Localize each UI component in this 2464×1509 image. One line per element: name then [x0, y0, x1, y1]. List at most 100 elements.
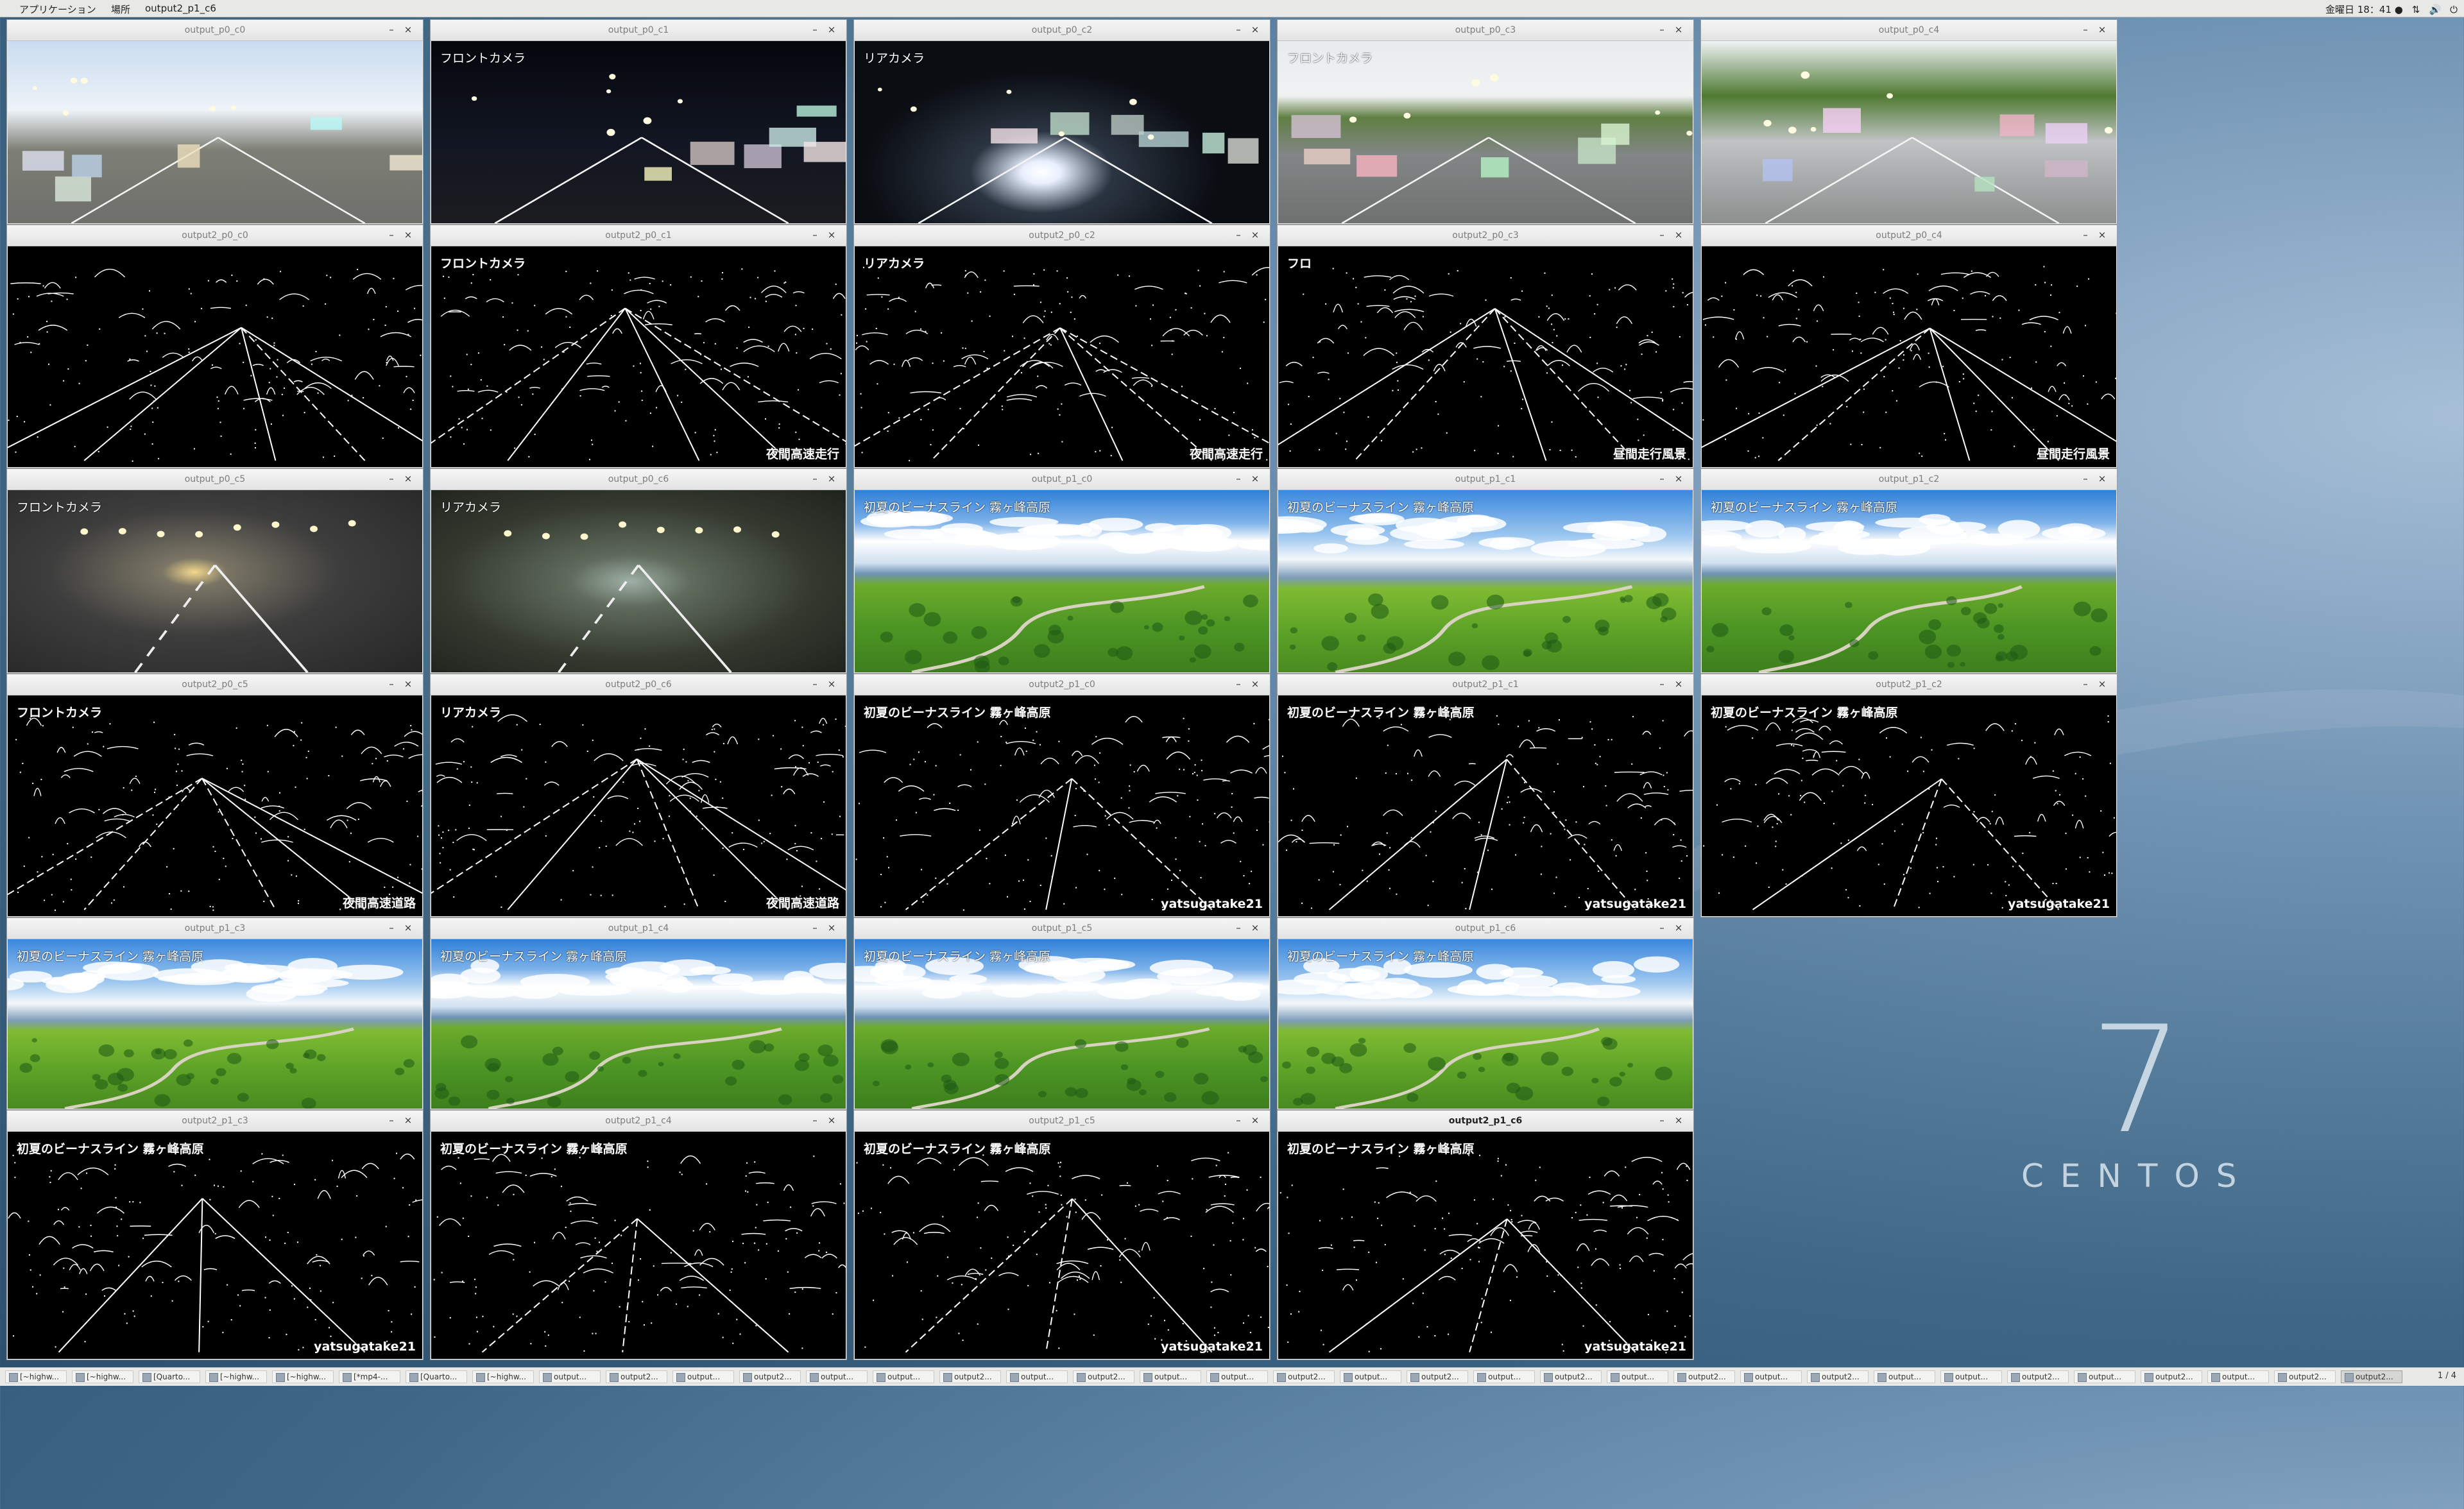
image-window[interactable]: output_p0_c6 – × リアカメラ [430, 468, 847, 674]
close-icon[interactable]: × [1249, 24, 1261, 35]
close-icon[interactable]: × [1673, 922, 1684, 934]
taskbar-item[interactable]: output2... [939, 1370, 1001, 1383]
window-titlebar[interactable]: output2_p1_c1 – × [1278, 674, 1693, 695]
minimize-icon[interactable]: – [386, 922, 397, 934]
taskbar-item[interactable]: [~highw... [5, 1370, 67, 1383]
image-window[interactable]: output2_p0_c4 – × 昼間走行風景 [1700, 225, 2118, 468]
minimize-icon[interactable]: – [1656, 24, 1668, 35]
image-window[interactable]: output2_p1_c4 – × 初夏のビーナスライン 霧ヶ峰高原 [430, 1110, 847, 1360]
taskbar-item[interactable]: output... [1740, 1370, 1802, 1383]
close-icon[interactable]: × [1673, 229, 1684, 241]
taskbar-item[interactable]: output... [1206, 1370, 1268, 1383]
window-titlebar[interactable]: output2_p1_c4 – × [431, 1111, 846, 1132]
window-titlebar[interactable]: output_p0_c4 – × [1701, 20, 2117, 41]
image-window[interactable]: output_p1_c4 – × 初夏のビーナスライン 霧ヶ峰高原 [430, 917, 847, 1110]
window-titlebar[interactable]: output2_p0_c0 – × [7, 225, 423, 246]
taskbar-item[interactable]: output2... [1073, 1370, 1134, 1383]
image-window[interactable]: output_p0_c0 – × [6, 19, 424, 225]
window-titlebar[interactable]: output2_p0_c3 – × [1278, 225, 1693, 246]
power-icon[interactable]: ⏻ [2450, 4, 2458, 15]
taskbar-item[interactable]: output2... [2274, 1370, 2336, 1383]
window-titlebar[interactable]: output2_p1_c0 – × [854, 674, 1270, 695]
image-window[interactable]: output2_p1_c2 – × 初夏のビーナスライン 霧ヶ峰高原 yatsu… [1700, 674, 2118, 917]
close-icon[interactable]: × [2096, 678, 2108, 690]
taskbar-item[interactable]: output... [1006, 1370, 1068, 1383]
minimize-icon[interactable]: – [1233, 24, 1244, 35]
taskbar-item[interactable]: output2... [1407, 1370, 1468, 1383]
minimize-icon[interactable]: – [386, 1114, 397, 1126]
taskbar-item[interactable]: output2... [739, 1370, 801, 1383]
taskbar-item[interactable]: output... [2074, 1370, 2135, 1383]
taskbar-item[interactable]: [Quarto... [406, 1370, 467, 1383]
close-icon[interactable]: × [1249, 229, 1261, 241]
close-icon[interactable]: × [826, 1114, 837, 1126]
minimize-icon[interactable]: – [1656, 678, 1668, 690]
close-icon[interactable]: × [1673, 24, 1684, 35]
close-icon[interactable]: × [402, 24, 414, 35]
taskbar-item[interactable]: output2... [2141, 1370, 2202, 1383]
window-titlebar[interactable]: output_p1_c3 – × [7, 918, 423, 939]
minimize-icon[interactable]: – [809, 24, 821, 35]
image-window[interactable]: output_p0_c2 – × リアカメラ [853, 19, 1270, 225]
minimize-icon[interactable]: – [809, 229, 821, 241]
image-window[interactable]: output2_p1_c0 – × 初夏のビーナスライン 霧ヶ峰高原 yatsu… [853, 674, 1270, 917]
image-window[interactable]: output2_p0_c2 – × リアカメラ 夜間高速走行 [853, 225, 1270, 468]
minimize-icon[interactable]: – [386, 678, 397, 690]
window-titlebar[interactable]: output_p0_c0 – × [7, 20, 423, 41]
image-window[interactable]: output_p1_c5 – × 初夏のビーナスライン 霧ヶ峰高原 [853, 917, 1270, 1110]
window-titlebar[interactable]: output2_p1_c3 – × [7, 1111, 423, 1132]
active-window-menu[interactable]: output2_p1_c6 [145, 3, 216, 14]
close-icon[interactable]: × [1249, 1114, 1261, 1126]
window-titlebar[interactable]: output2_p1_c6 – × [1278, 1111, 1693, 1132]
taskbar-item[interactable]: output... [672, 1370, 734, 1383]
close-icon[interactable]: × [826, 473, 837, 484]
image-window[interactable]: output2_p1_c3 – × 初夏のビーナスライン 霧ヶ峰高原 yatsu… [6, 1110, 424, 1360]
minimize-icon[interactable]: – [2080, 473, 2091, 484]
volume-icon[interactable]: 🔊 [2429, 4, 2441, 15]
taskbar-item[interactable]: output2... [606, 1370, 667, 1383]
taskbar-item[interactable]: output2... [1540, 1370, 1602, 1383]
image-window[interactable]: output_p1_c3 – × 初夏のビーナスライン 霧ヶ峰高原 [6, 917, 424, 1110]
taskbar-item[interactable]: output... [1607, 1370, 1668, 1383]
taskbar-item[interactable]: output... [873, 1370, 934, 1383]
taskbar-item[interactable]: [Quarto... [139, 1370, 200, 1383]
image-window[interactable]: output_p0_c1 – × フロントカメラ [430, 19, 847, 225]
image-window[interactable]: output2_p0_c3 – × フロ 昼間走行風景 [1277, 225, 1694, 468]
image-window[interactable]: output_p0_c3 – × フロントカメラ [1277, 19, 1694, 225]
window-titlebar[interactable]: output_p1_c4 – × [431, 918, 846, 939]
window-titlebar[interactable]: output2_p0_c1 – × [431, 225, 846, 246]
close-icon[interactable]: × [1673, 678, 1684, 690]
minimize-icon[interactable]: – [1233, 473, 1244, 484]
close-icon[interactable]: × [402, 678, 414, 690]
taskbar-item[interactable]: [~highw... [472, 1370, 534, 1383]
close-icon[interactable]: × [1249, 922, 1261, 934]
minimize-icon[interactable]: – [1233, 678, 1244, 690]
taskbar-item[interactable]: output... [1140, 1370, 1201, 1383]
window-titlebar[interactable]: output_p1_c5 – × [854, 918, 1270, 939]
close-icon[interactable]: × [1673, 473, 1684, 484]
minimize-icon[interactable]: – [1656, 229, 1668, 241]
close-icon[interactable]: × [826, 24, 837, 35]
minimize-icon[interactable]: – [1656, 1114, 1668, 1126]
taskbar-item[interactable]: output... [1473, 1370, 1535, 1383]
image-window[interactable]: output_p1_c2 – × 初夏のビーナスライン 霧ヶ峰高原 [1700, 468, 2118, 674]
minimize-icon[interactable]: – [386, 24, 397, 35]
taskbar-item[interactable]: output2... [2007, 1370, 2069, 1383]
taskbar-item[interactable]: output... [1340, 1370, 1401, 1383]
taskbar-item[interactable]: output... [539, 1370, 601, 1383]
image-window[interactable]: output2_p0_c0 – × [6, 225, 424, 468]
places-menu[interactable]: 場所 [111, 3, 130, 16]
window-titlebar[interactable]: output2_p0_c2 – × [854, 225, 1270, 246]
close-icon[interactable]: × [402, 922, 414, 934]
minimize-icon[interactable]: – [1233, 229, 1244, 241]
taskbar-item[interactable]: output2... [1273, 1370, 1335, 1383]
window-titlebar[interactable]: output2_p0_c4 – × [1701, 225, 2117, 246]
close-icon[interactable]: × [2096, 24, 2108, 35]
image-window[interactable]: output2_p0_c1 – × フロントカメラ 夜間高速走行 [430, 225, 847, 468]
close-icon[interactable]: × [826, 922, 837, 934]
window-titlebar[interactable]: output_p0_c1 – × [431, 20, 846, 41]
close-icon[interactable]: × [826, 229, 837, 241]
minimize-icon[interactable]: – [2080, 678, 2091, 690]
close-icon[interactable]: × [1249, 678, 1261, 690]
taskbar-item[interactable]: [~highw... [272, 1370, 334, 1383]
